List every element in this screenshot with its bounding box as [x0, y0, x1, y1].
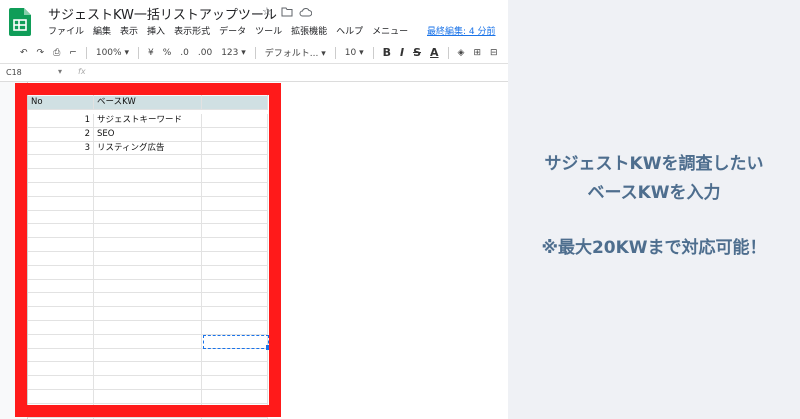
paint-format-icon[interactable]: ⌐	[69, 48, 77, 58]
caption-gap	[508, 208, 800, 234]
caption-line-1: サジェストKWを調査したい	[544, 154, 764, 174]
menu-file[interactable]: ファイル	[48, 24, 84, 37]
menu-format[interactable]: 表示形式	[174, 24, 210, 37]
menu-custom[interactable]: メニュー	[372, 24, 408, 37]
currency-button[interactable]: ¥	[148, 48, 154, 58]
folder-move-icon[interactable]	[281, 7, 293, 17]
menu-tools[interactable]: ツール	[255, 24, 282, 37]
highlight-frame	[15, 83, 281, 417]
percent-button[interactable]: %	[163, 48, 172, 58]
fill-color-icon[interactable]: ◈	[458, 48, 465, 58]
formula-bar: C18 ▾ fx	[0, 65, 508, 82]
bold-button[interactable]: B	[383, 46, 391, 59]
caption-line-3: ※最大20KWまで対応可能！	[541, 237, 767, 258]
divider	[85, 46, 87, 59]
spreadsheet-screenshot: サジェストKW一括リストアップツール ☆ ファイル 編集 表示 挿入 表示形式 …	[0, 0, 508, 419]
font-select[interactable]: デフォルト... ▾	[265, 46, 326, 59]
caption-text: サジェストKWを調査したい ベースKWを入力 ※最大20KWまで対応可能！	[508, 150, 800, 263]
italic-button[interactable]: I	[400, 46, 404, 59]
chevron-down-icon[interactable]: ▾	[58, 67, 62, 76]
toolbar: ↶ ↷ ⎙ ⌐ 100% ▾ ¥ % .0 .00 123 ▾ デフォルト...…	[0, 42, 508, 64]
divider	[254, 46, 256, 59]
number-format-label: 123	[221, 47, 239, 58]
increase-decimal-button[interactable]: .00	[198, 48, 212, 58]
decrease-decimal-button[interactable]: .0	[180, 48, 189, 58]
star-icon[interactable]: ☆	[262, 5, 272, 18]
menu-edit[interactable]: 編集	[93, 24, 111, 37]
print-icon[interactable]: ⎙	[53, 48, 60, 58]
divider	[334, 46, 336, 59]
font-label: デフォルト...	[264, 49, 319, 59]
menu-view[interactable]: 表示	[120, 24, 138, 37]
text-color-button[interactable]: A	[430, 46, 439, 59]
caption-line-2: ベースKWを入力	[587, 182, 721, 203]
menu-help[interactable]: ヘルプ	[336, 24, 363, 37]
divider	[372, 46, 374, 59]
last-edit-link[interactable]: 最終編集: 4 分前	[427, 24, 495, 37]
zoom-select[interactable]: 100% ▾	[96, 48, 129, 58]
borders-icon[interactable]: ⊞	[473, 48, 481, 58]
number-format-select[interactable]: 123 ▾	[221, 48, 246, 58]
menu-bar: ファイル 編集 表示 挿入 表示形式 データ ツール 拡張機能 ヘルプ メニュー	[48, 24, 408, 37]
font-size-label: 10	[344, 47, 357, 58]
font-size-select[interactable]: 10 ▾	[345, 48, 364, 58]
undo-icon[interactable]: ↶	[20, 48, 28, 58]
cloud-status-icon[interactable]	[299, 7, 312, 17]
sheets-logo-icon	[9, 8, 31, 36]
title-bar: サジェストKW一括リストアップツール ☆ ファイル 編集 表示 挿入 表示形式 …	[0, 0, 508, 40]
strikethrough-button[interactable]: S	[413, 46, 421, 59]
divider	[137, 46, 139, 59]
menu-data[interactable]: データ	[219, 24, 246, 37]
document-title[interactable]: サジェストKW一括リストアップツール	[48, 4, 277, 23]
divider	[447, 46, 449, 59]
name-box[interactable]: C18	[6, 68, 22, 77]
fx-label: fx	[78, 67, 86, 76]
menu-extensions[interactable]: 拡張機能	[291, 24, 327, 37]
redo-icon[interactable]: ↷	[37, 48, 45, 58]
menu-insert[interactable]: 挿入	[147, 24, 165, 37]
merge-cells-icon[interactable]: ⊟	[490, 48, 498, 58]
zoom-value: 100%	[95, 47, 122, 58]
